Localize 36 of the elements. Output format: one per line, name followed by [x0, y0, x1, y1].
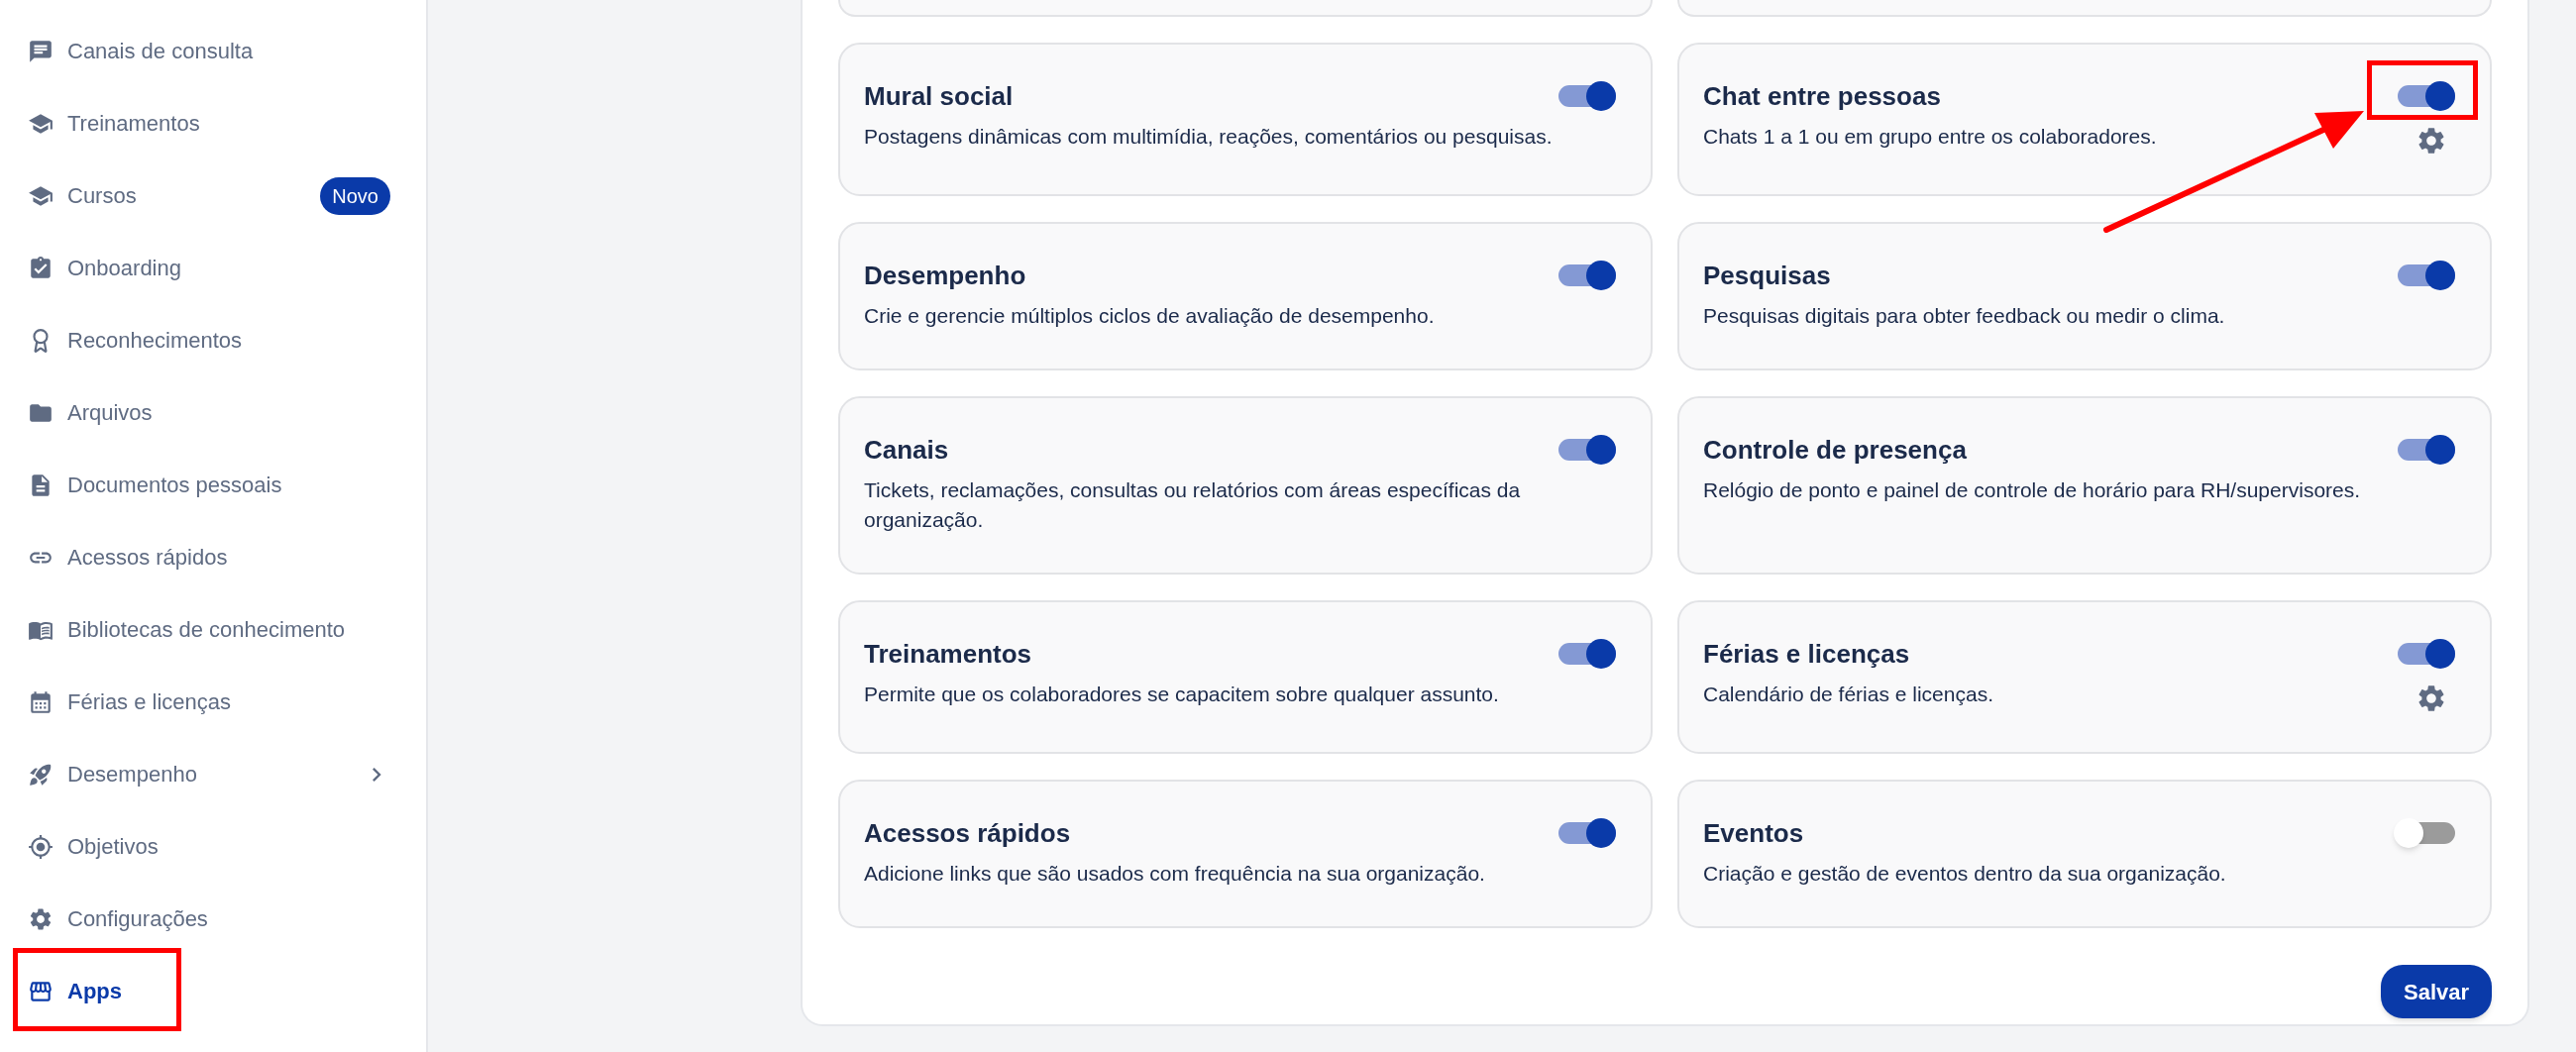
app-description: Adicione links que são usados com frequência na sua organização.	[864, 861, 1486, 887]
app-description: Relógio de ponto e painel de controle de horário para RH/supervisores.	[1703, 477, 2362, 503]
app-description: Chats 1 a 1 ou em grupo entre os colaboradores.	[1703, 124, 2158, 150]
app-title: Eventos	[1703, 817, 1805, 850]
app-title: Controle de presença	[1703, 434, 1968, 467]
sidebar-item[interactable]: Cursos Novo	[0, 159, 426, 232]
app-title: Treinamentos	[864, 638, 1033, 671]
app-description: Pesquisas digitais para obter feedback ou medir o clima.	[1703, 303, 2226, 329]
app-title: Chat entre pessoas	[1703, 80, 1942, 113]
sidebar-item[interactable]: Configurações	[0, 883, 426, 955]
sidebar-item[interactable]: Canais de consulta	[0, 15, 426, 87]
app-title: Acessos rápidos	[864, 817, 1072, 850]
new-badge: Novo	[320, 176, 390, 215]
app-title: Desempenho	[864, 260, 1027, 292]
sidebar-item[interactable]: Acessos rápidos	[0, 521, 426, 593]
save-button[interactable]: Salvar	[2381, 965, 2492, 1018]
app-title: Mural social	[864, 80, 1015, 113]
app-title: Pesquisas	[1703, 260, 1832, 292]
app-title: Férias e licenças	[1703, 638, 1911, 671]
sidebar-item[interactable]: Desempenho	[0, 738, 426, 810]
sidebar-item[interactable]: Férias e licenças	[0, 666, 426, 738]
sidebar-item[interactable]: Objetivos	[0, 810, 426, 883]
sidebar-item[interactable]: Documentos pessoais	[0, 449, 426, 521]
sidebar-item[interactable]: Onboarding	[0, 232, 426, 304]
app-description: Calendário de férias e licenças.	[1703, 682, 1994, 707]
app-description: Criação e gestão de eventos dentro da sua organização.	[1703, 861, 2227, 887]
sidebar-item[interactable]: Treinamentos	[0, 87, 426, 159]
app-title: Canais	[864, 434, 950, 467]
app-description: Crie e gerencie múltiplos ciclos de avaliação de desempenho.	[864, 303, 1436, 329]
sidebar-item[interactable]: Arquivos	[0, 376, 426, 449]
app-description: Tickets, reclamações, consultas ou relatórios com áreas específicas da organização.	[864, 477, 1522, 533]
sidebar-item[interactable]: Apps	[0, 955, 426, 1027]
app-description: Postagens dinâmicas com multimídia, reações, comentários ou pesquisas.	[864, 124, 1554, 150]
sidebar-item[interactable]: Reconhecimentos	[0, 304, 426, 376]
app-description: Permite que os colaboradores se capacitem sobre qualquer assunto.	[864, 682, 1500, 707]
sidebar-item[interactable]: Bibliotecas de conhecimento	[0, 593, 426, 666]
